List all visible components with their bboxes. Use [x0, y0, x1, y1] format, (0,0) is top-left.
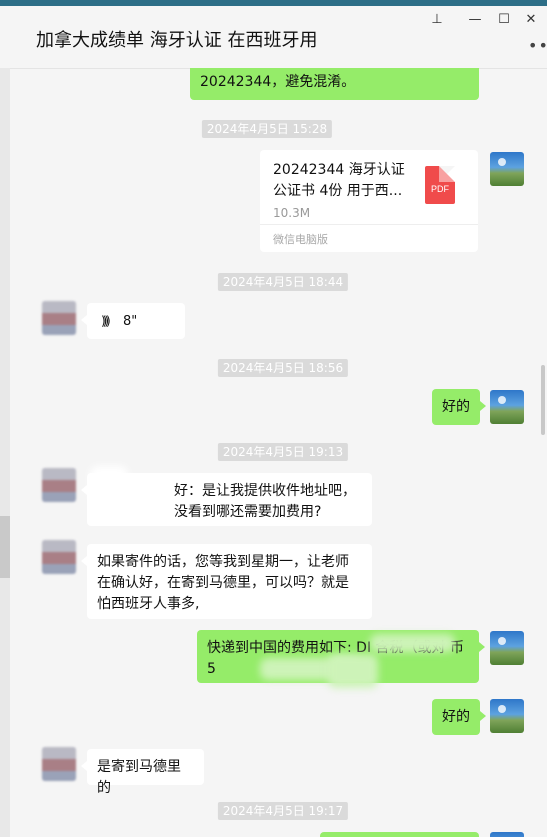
- maximize-icon[interactable]: ☐: [495, 12, 513, 28]
- message-list[interactable]: 20242344，避免混淆。 2024年4月5日 15:28 20242344 …: [10, 68, 541, 837]
- pdf-icon: PDF: [425, 166, 455, 204]
- message-bubble-mine[interactable]: 好的: [432, 389, 486, 425]
- pdf-icon-label: PDF: [431, 184, 449, 194]
- avatar-sun: [498, 158, 506, 166]
- avatar-sun: [498, 705, 506, 713]
- message-text: 如果寄件的话，您等我到星期一，让老师在确认好，在寄到马德里，可以吗？就是怕西班牙…: [97, 554, 349, 612]
- more-options-icon[interactable]: •••: [528, 36, 547, 55]
- left-scroll-thumb[interactable]: [0, 516, 10, 578]
- message-bubble-contact[interactable]: 好：是让我提供收件地址吧，没看到哪还需要加费用?: [81, 473, 372, 526]
- message-bubble-mine[interactable]: [320, 832, 479, 837]
- chat-header: 加拿大成绩单 海牙认证 在西班牙用 ⊥ — ☐ ✕ •••: [0, 6, 547, 69]
- voice-message[interactable]: )))) 8": [81, 303, 185, 339]
- my-avatar[interactable]: [490, 832, 524, 837]
- timestamp: 2024年4月5日 18:44: [217, 273, 349, 291]
- avatar-sun: [498, 637, 506, 645]
- chat-title: 加拿大成绩单 海牙认证 在西班牙用: [36, 30, 318, 51]
- chat-scrollbar[interactable]: [541, 365, 545, 435]
- message-text: 好：是让我提供收件地址吧，没看到哪还需要加费用?: [174, 483, 356, 520]
- message-text: 好的: [442, 399, 470, 415]
- message-text: 好的: [442, 709, 470, 725]
- message-text: 是寄到马德里的: [97, 759, 181, 796]
- my-avatar[interactable]: [490, 699, 524, 733]
- close-icon[interactable]: ✕: [522, 12, 540, 28]
- file-source: 微信电脑版: [260, 224, 478, 247]
- timestamp: 2024年4月5日 19:13: [217, 443, 349, 461]
- message-bubble-contact[interactable]: 是寄到马德里的: [81, 749, 204, 796]
- timestamp: 2024年4月5日 15:28: [201, 120, 333, 138]
- file-message-card[interactable]: 20242344 海牙认证 公证书 4份 用于西... PDF 10.3M 微信…: [260, 150, 478, 252]
- timestamp: 2024年4月5日 19:17: [217, 802, 349, 820]
- message-bubble-mine[interactable]: 20242344，避免混淆。: [190, 68, 479, 100]
- file-name: 20242344 海牙认证 公证书 4份 用于西...: [273, 162, 405, 199]
- contact-avatar[interactable]: [42, 468, 76, 502]
- message-bubble-mine[interactable]: 好的: [432, 699, 486, 735]
- redaction-blur: [370, 634, 455, 652]
- left-panel-edge: [0, 68, 10, 837]
- redaction-blur: [90, 466, 128, 502]
- minimize-icon[interactable]: —: [466, 12, 484, 28]
- voice-wave-icon: )))): [101, 314, 111, 328]
- pin-icon[interactable]: ⊥: [428, 12, 446, 28]
- contact-avatar[interactable]: [42, 747, 76, 781]
- my-avatar[interactable]: [490, 152, 524, 186]
- message-bubble-contact[interactable]: 如果寄件的话，您等我到星期一，让老师在确认好，在寄到马德里，可以吗？就是怕西班牙…: [81, 544, 372, 619]
- contact-avatar[interactable]: [42, 301, 76, 335]
- timestamp: 2024年4月5日 18:56: [217, 359, 349, 377]
- voice-duration: 8": [123, 314, 138, 329]
- my-avatar[interactable]: [490, 390, 524, 424]
- contact-avatar[interactable]: [42, 540, 76, 574]
- avatar-sun: [498, 396, 506, 404]
- redaction-blur: [328, 654, 378, 688]
- file-size: 10.3M: [273, 206, 311, 220]
- message-text: 20242344，避免混淆。: [200, 74, 356, 90]
- my-avatar[interactable]: [490, 631, 524, 665]
